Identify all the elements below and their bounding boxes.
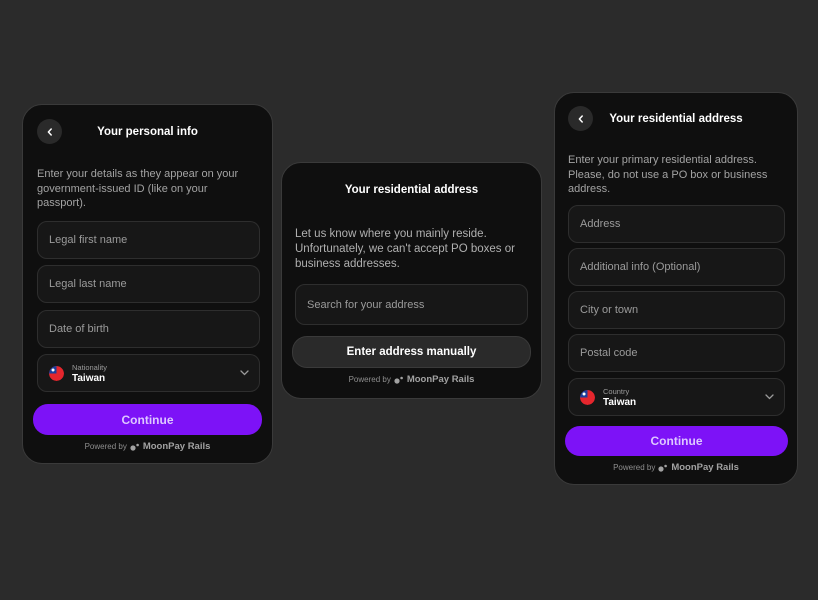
address-search-placeholder: Search for your address: [307, 298, 425, 311]
moonpay-rails-brand: MoonPay Rails: [142, 441, 211, 452]
postal-code-placeholder: Postal code: [580, 347, 638, 359]
city-placeholder: City or town: [580, 304, 639, 316]
address-form-card: Your residential address Enter your prim…: [554, 92, 798, 485]
moonpay-logo-icon: [658, 464, 668, 472]
taiwan-flag-icon: [49, 365, 64, 381]
first-name-placeholder: Legal first name: [49, 234, 128, 246]
continue-label: Continue: [650, 434, 703, 448]
continue-label: Continue: [121, 412, 174, 427]
country-label: Country: [603, 386, 630, 396]
moonpay-logo-icon: [130, 443, 139, 451]
country-value: Taiwan: [603, 396, 637, 408]
last-name-field[interactable]: Legal last name: [37, 265, 260, 303]
personal-info-card: Your personal info Enter your details as…: [22, 104, 273, 464]
powered-by: Powered by MoonPay Rails: [23, 441, 272, 452]
address-search-card: Your residential address Let us know whe…: [281, 162, 542, 399]
moonpay-rails-brand: MoonPay Rails: [406, 374, 475, 385]
nationality-label: Nationality: [72, 362, 108, 372]
country-select[interactable]: Country Taiwan: [568, 378, 785, 416]
first-name-field[interactable]: Legal first name: [37, 221, 260, 259]
instructions-text: Let us know where you mainly reside. Unf…: [295, 228, 515, 270]
instructions-text: Enter your details as they appear on you…: [37, 168, 239, 209]
postal-code-field[interactable]: Postal code: [568, 334, 785, 372]
powered-by-text: Powered by: [84, 442, 127, 451]
powered-by: Powered by MoonPay Rails: [282, 374, 541, 385]
taiwan-flag-icon: [580, 389, 595, 405]
continue-button[interactable]: Continue: [565, 426, 788, 456]
page-title: Your personal info: [97, 126, 198, 138]
additional-info-placeholder: Additional info (Optional): [580, 261, 701, 273]
date-of-birth-field[interactable]: Date of birth: [37, 310, 260, 348]
enter-address-manually-label: Enter address manually: [346, 346, 477, 358]
address-field[interactable]: Address: [568, 205, 785, 243]
additional-info-field[interactable]: Additional info (Optional): [568, 248, 785, 286]
chevron-down-icon: [240, 370, 249, 376]
powered-by: Powered by MoonPay Rails: [555, 462, 797, 473]
address-placeholder: Address: [580, 218, 621, 230]
enter-address-manually-button[interactable]: Enter address manually: [292, 336, 531, 368]
address-search-input[interactable]: Search for your address: [295, 284, 528, 325]
date-of-birth-placeholder: Date of birth: [49, 323, 109, 335]
nationality-select[interactable]: Nationality Taiwan: [37, 354, 260, 392]
moonpay-logo-icon: [394, 376, 403, 384]
instructions-text: Enter your primary residential address. …: [568, 154, 768, 195]
powered-by-text: Powered by: [348, 375, 391, 384]
chevron-down-icon: [765, 394, 774, 400]
nationality-value: Taiwan: [72, 372, 106, 384]
last-name-placeholder: Legal last name: [49, 278, 127, 290]
moonpay-rails-brand: MoonPay Rails: [671, 462, 739, 473]
continue-button[interactable]: Continue: [33, 404, 262, 435]
powered-by-text: Powered by: [613, 463, 656, 472]
page-title: Your residential address: [609, 113, 743, 125]
city-field[interactable]: City or town: [568, 291, 785, 329]
page-title: Your residential address: [344, 184, 479, 196]
